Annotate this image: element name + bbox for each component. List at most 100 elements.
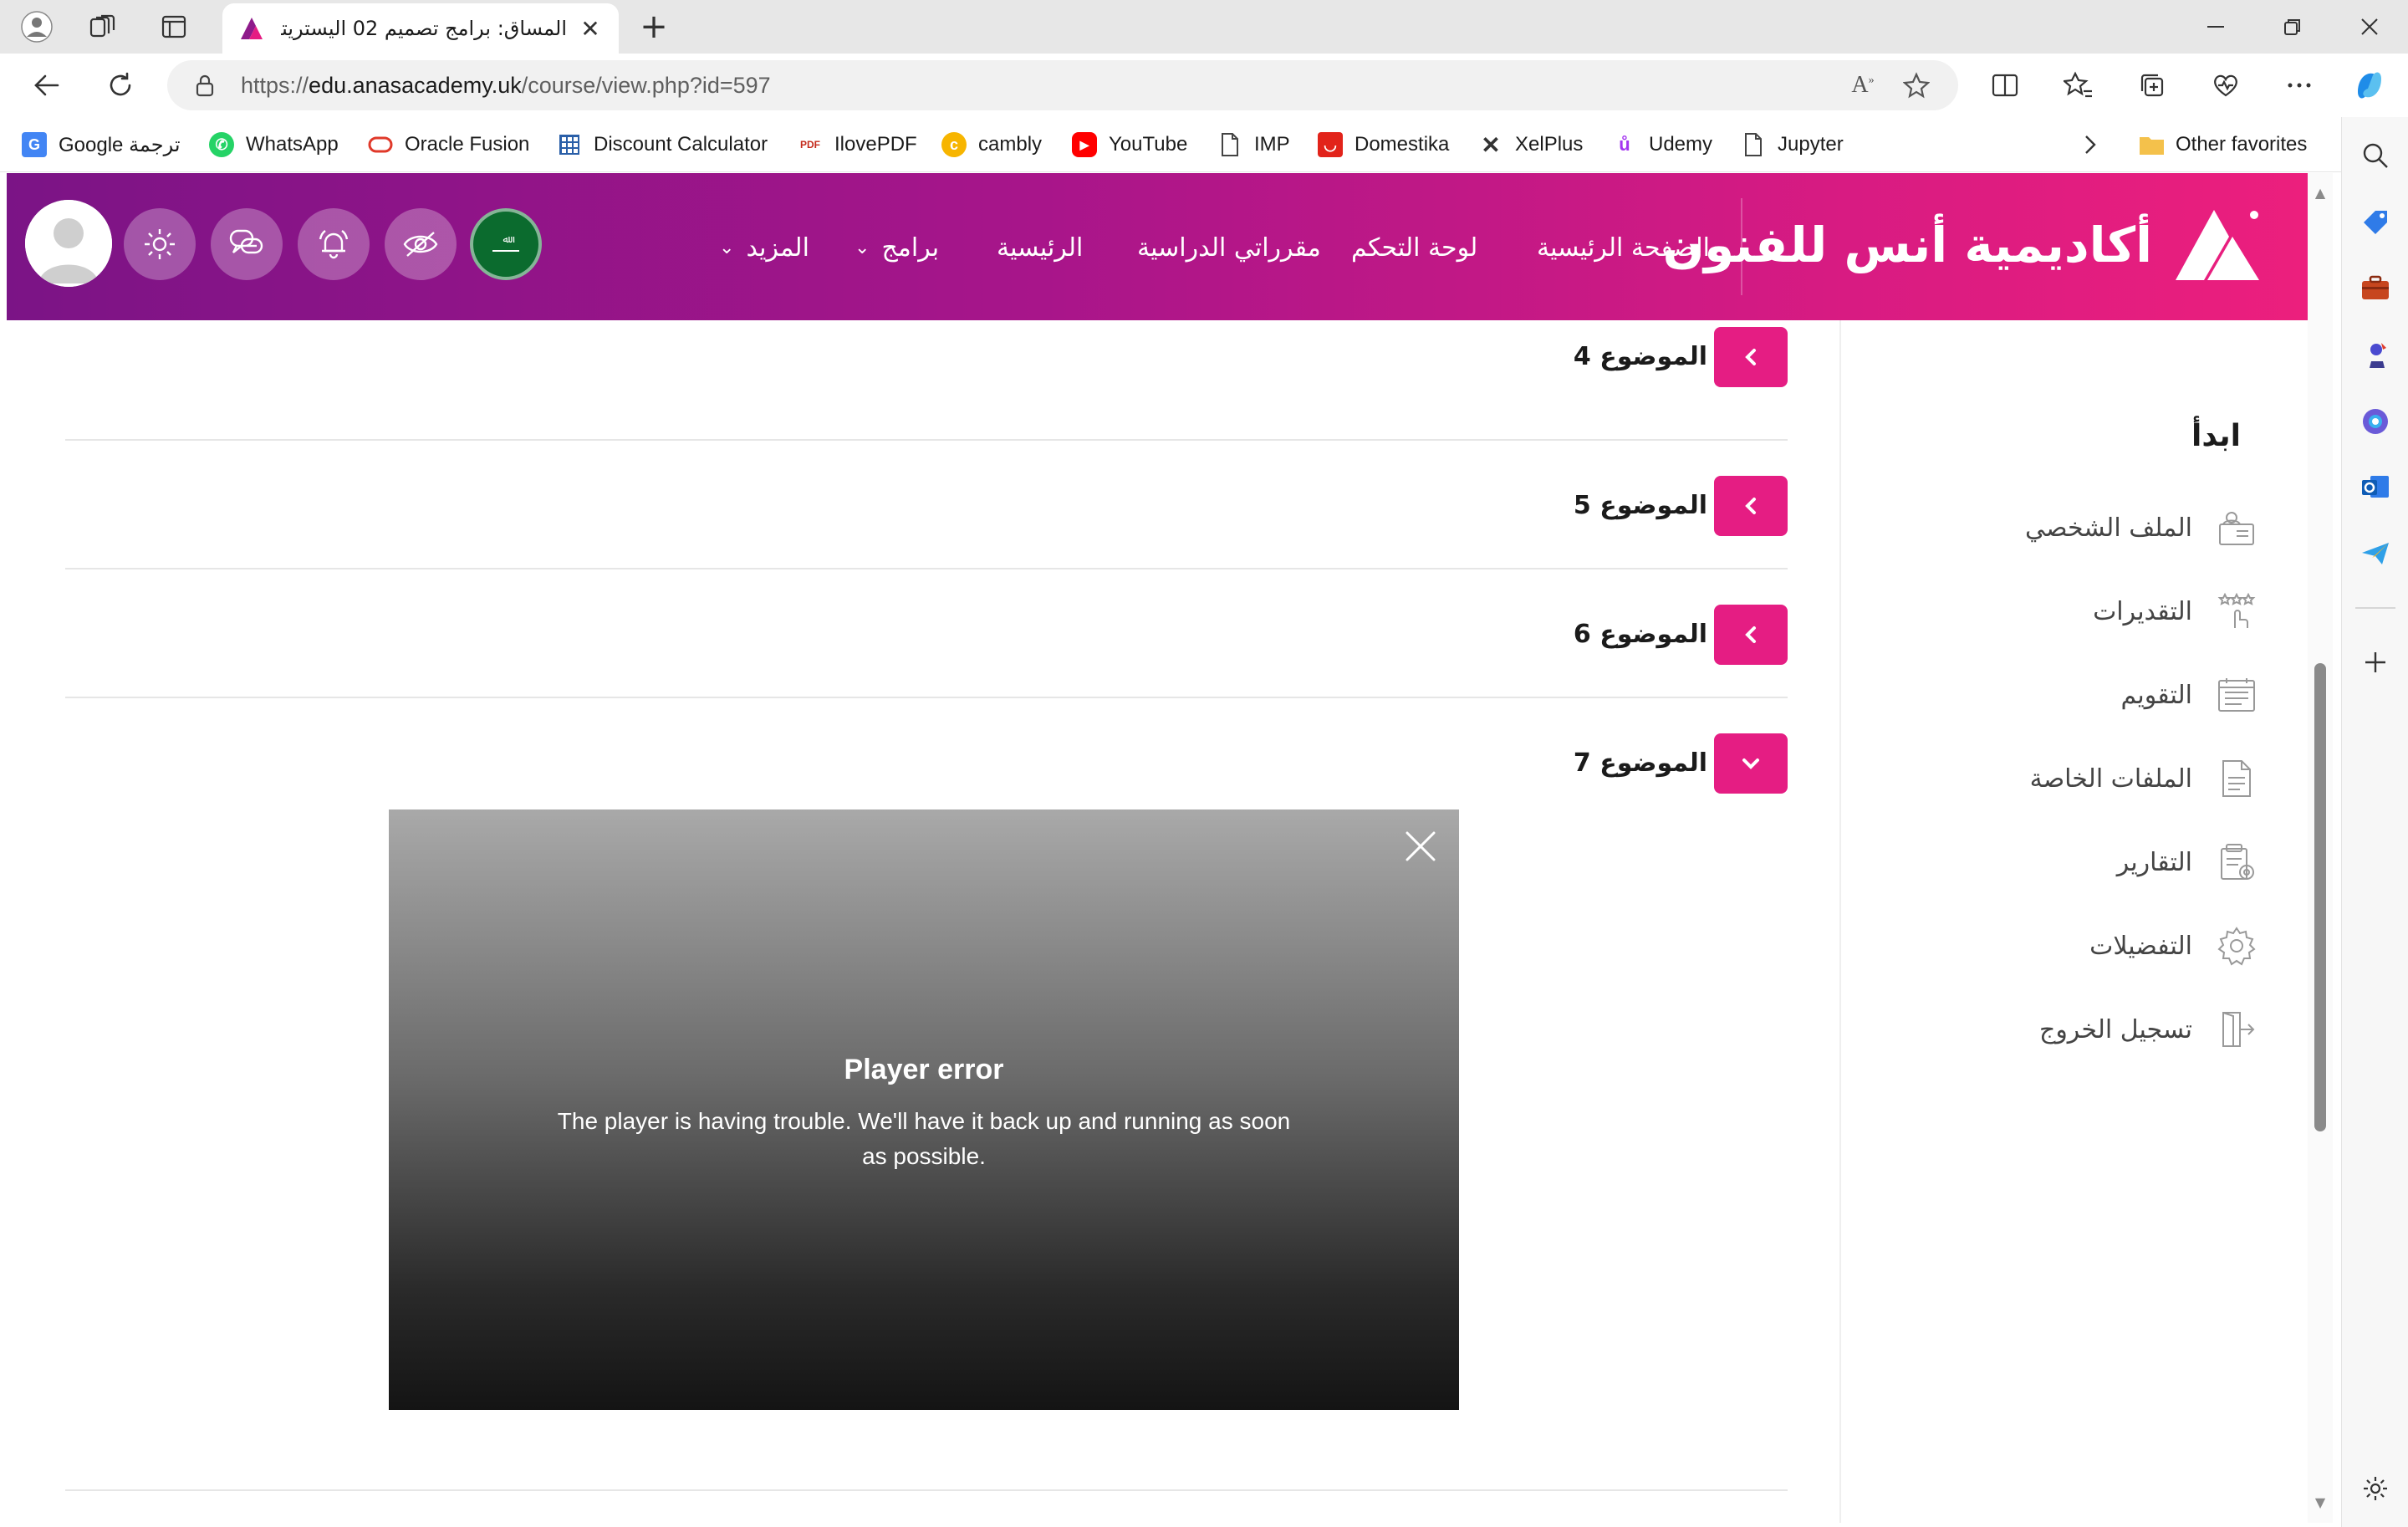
calendar-icon xyxy=(2214,672,2259,718)
vertical-tabs-icon[interactable] xyxy=(156,8,192,45)
avatar[interactable] xyxy=(25,200,112,287)
drawer-item-grades[interactable]: التقديرات xyxy=(2093,586,2259,636)
favorite-udemy[interactable]: ů Udemy xyxy=(1612,129,1712,161)
topic-title[interactable]: الموضوع 5 xyxy=(1574,491,1707,520)
nav-home[interactable]: الصفحة الرئيسية xyxy=(1537,227,1710,268)
address-bar-row: https://edu.anasacademy.uk/course/view.p… xyxy=(0,54,2408,117)
m365-icon[interactable] xyxy=(2357,403,2394,440)
drawer-item-logout[interactable]: تسجيل الخروج xyxy=(2039,1004,2259,1055)
favorite-star-icon[interactable] xyxy=(1900,69,1933,102)
games-icon[interactable] xyxy=(2357,336,2394,373)
copilot-icon[interactable] xyxy=(2349,65,2390,105)
page-scrollbar[interactable]: ▲ ▼ xyxy=(2308,173,2333,1523)
favorite-ilovepdf[interactable]: PDF IlovePDF xyxy=(798,129,917,161)
messages-icon[interactable] xyxy=(211,208,283,280)
notifications-bell-icon[interactable] xyxy=(298,208,370,280)
close-window-icon[interactable] xyxy=(2331,0,2408,54)
nav-my-courses[interactable]: مقرراتي الدراسية xyxy=(1137,227,1321,268)
workspaces-icon[interactable] xyxy=(84,8,120,45)
outlook-icon[interactable] xyxy=(2357,468,2394,505)
topic-title[interactable]: الموضوع 6 xyxy=(1574,620,1707,649)
scrollbar-thumb[interactable] xyxy=(2314,663,2326,1131)
topic-row: الموضوع 4 xyxy=(65,295,1788,441)
restore-icon[interactable] xyxy=(2254,0,2331,54)
scroll-up-icon[interactable]: ▲ xyxy=(2313,185,2328,201)
scroll-down-icon[interactable]: ▼ xyxy=(2313,1494,2328,1510)
folder-icon xyxy=(2139,132,2164,157)
topic-row: الموضوع 6 xyxy=(65,569,1788,698)
chevron-left-icon xyxy=(1745,626,1756,643)
favorite-domestika[interactable]: ◡ Domestika xyxy=(1318,129,1449,161)
close-icon[interactable] xyxy=(1400,826,1441,866)
course-content: الموضوع 4 الموضوع 5 الموضوع 6 الموضوع 7 … xyxy=(7,320,1838,1523)
favorite-xelplus[interactable]: ✕ XelPlus xyxy=(1478,129,1583,161)
nav-more[interactable]: ⌄ المزيد xyxy=(719,227,809,268)
shopping-tag-icon[interactable] xyxy=(2357,204,2394,241)
lock-icon[interactable] xyxy=(192,73,217,98)
player-error-message: The player is having trouble. We'll have… xyxy=(557,1108,1291,1169)
collections-icon[interactable] xyxy=(2132,65,2172,105)
topic-title[interactable]: الموضوع 7 xyxy=(1574,748,1707,778)
player-error-title: Player error xyxy=(844,1054,1004,1085)
favorite-imp[interactable]: IMP xyxy=(1217,129,1290,161)
expand-topic-button[interactable] xyxy=(1714,476,1788,536)
nav-programs[interactable]: ⌄ برامج xyxy=(855,227,939,268)
settings-gear-icon[interactable] xyxy=(124,208,196,280)
back-icon[interactable] xyxy=(27,65,67,105)
favorites-overflow-chevron-icon[interactable] xyxy=(2080,129,2100,161)
logout-icon xyxy=(2214,1007,2259,1052)
favorite-google-translate[interactable]: G Google ترجمة xyxy=(22,129,181,161)
drawer-item-profile[interactable]: الملف الشخصي xyxy=(2025,503,2259,553)
favorite-jupyter[interactable]: Jupyter xyxy=(1741,129,1844,161)
send-icon[interactable] xyxy=(2357,535,2394,572)
favorite-cambly[interactable]: c cambly xyxy=(941,129,1042,161)
favorite-youtube[interactable]: ▶ YouTube xyxy=(1072,129,1187,161)
logo-text: أكاديمية أنس للفنون xyxy=(1662,217,2152,273)
close-tab-icon[interactable]: ✕ xyxy=(577,15,604,43)
favorite-oracle-fusion[interactable]: Oracle Fusion xyxy=(368,129,529,161)
web-page: أكاديمية أنس للفنون الصفحة الرئيسية لوحة… xyxy=(7,173,2308,1523)
cambly-icon: c xyxy=(941,132,967,157)
collapse-topic-button[interactable] xyxy=(1714,733,1788,794)
add-icon[interactable] xyxy=(2357,644,2394,681)
language-flag-icon[interactable]: ﷲ xyxy=(470,208,542,280)
sidebar-settings-icon[interactable] xyxy=(2357,1470,2394,1507)
favorites-icon[interactable] xyxy=(2059,65,2099,105)
drawer-item-preferences[interactable]: التفضيلات xyxy=(2089,921,2259,971)
search-icon[interactable] xyxy=(2357,137,2394,174)
browser-tab-bar: المساق: برامج تصميم 02 اليستريتور ✕ + xyxy=(0,0,2408,54)
sidebar-divider xyxy=(2355,607,2395,609)
nav-dashboard[interactable]: لوحة التحكم xyxy=(1351,227,1477,268)
active-tab[interactable]: المساق: برامج تصميم 02 اليستريتور ✕ xyxy=(222,3,619,54)
reports-icon xyxy=(2214,840,2259,885)
expand-topic-button[interactable] xyxy=(1714,605,1788,665)
browser-essentials-icon[interactable] xyxy=(2206,65,2246,105)
video-player[interactable]: Player error The player is having troubl… xyxy=(389,809,1459,1410)
page-icon xyxy=(1217,132,1242,157)
drawer-item-calendar[interactable]: التقويم xyxy=(2120,670,2259,720)
split-screen-icon[interactable] xyxy=(1985,65,2025,105)
url-field[interactable]: https://edu.anasacademy.uk/course/view.p… xyxy=(167,60,1958,110)
site-logo[interactable]: أكاديمية أنس للفنون xyxy=(1663,205,2264,285)
new-tab-button[interactable]: + xyxy=(635,8,672,46)
more-options-icon[interactable] xyxy=(2279,65,2319,105)
eye-off-icon[interactable] xyxy=(385,208,457,280)
topic-row-expanded: الموضوع 7 xyxy=(65,698,1788,794)
drawer-item-private-files[interactable]: الملفات الخاصة xyxy=(2030,753,2259,804)
topic-title[interactable]: الموضوع 4 xyxy=(1574,342,1707,371)
google-translate-icon: G xyxy=(22,132,47,157)
nav-main[interactable]: الرئيسية xyxy=(997,227,1083,268)
read-aloud-icon[interactable]: A» xyxy=(1846,69,1880,102)
profile-icon[interactable] xyxy=(18,8,55,45)
drawer-heading: ابدأ xyxy=(2191,419,2241,453)
other-favorites-folder[interactable]: Other favorites xyxy=(2139,129,2307,161)
refresh-icon[interactable] xyxy=(100,65,140,105)
minimize-icon[interactable] xyxy=(2177,0,2254,54)
favorite-whatsapp[interactable]: ✆ WhatsApp xyxy=(209,129,339,161)
tools-icon[interactable] xyxy=(2357,269,2394,306)
tab-title: المساق: برامج تصميم 02 اليستريتور xyxy=(281,17,567,40)
drawer-item-reports[interactable]: التقارير xyxy=(2117,837,2259,887)
favorite-discount-calculator[interactable]: Discount Calculator xyxy=(557,129,768,161)
expand-topic-button[interactable] xyxy=(1714,327,1788,387)
xelplus-icon: ✕ xyxy=(1481,131,1501,158)
